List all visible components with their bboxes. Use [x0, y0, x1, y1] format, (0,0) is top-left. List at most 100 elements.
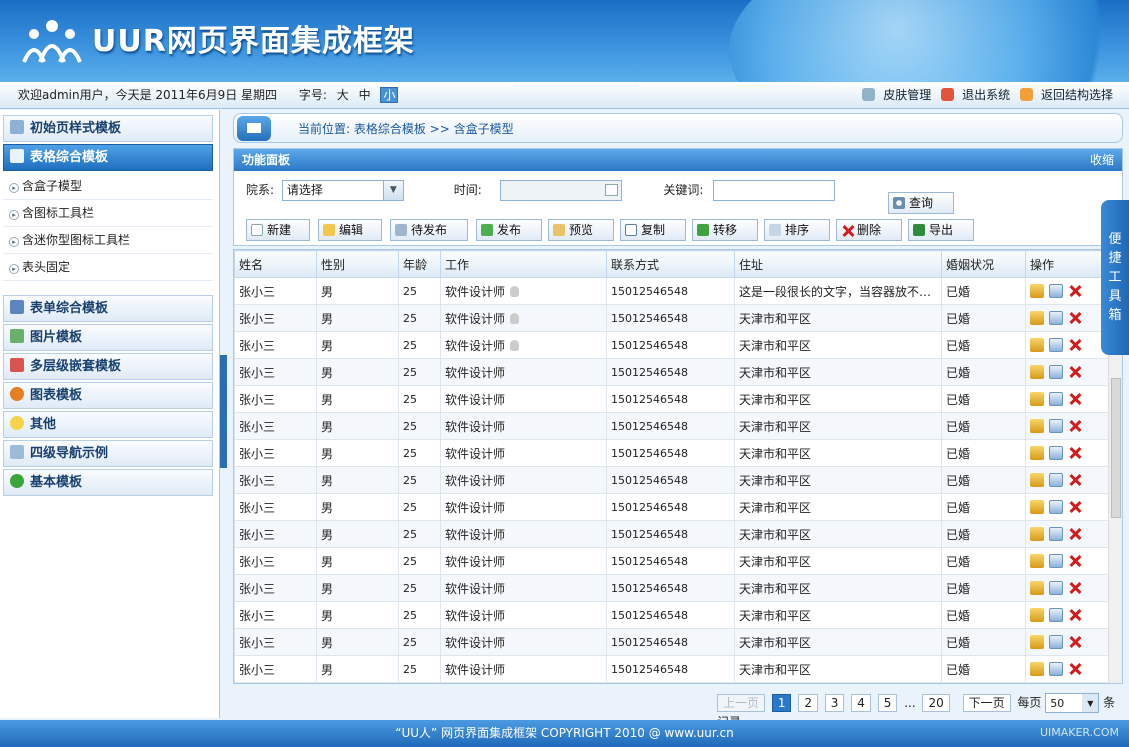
- delete-icon[interactable]: [1068, 662, 1082, 676]
- col-marital[interactable]: 婚姻状况: [941, 250, 1026, 278]
- col-job[interactable]: 工作: [440, 250, 607, 278]
- page-2[interactable]: 2: [798, 694, 818, 712]
- delete-icon[interactable]: [1068, 284, 1082, 298]
- sidebar-collapse-handle[interactable]: [220, 355, 227, 468]
- table-row[interactable]: 张小三男 25 软件设计师 15012546548 天津市和平区 已婚: [234, 547, 1110, 575]
- col-contact[interactable]: 联系方式: [606, 250, 735, 278]
- page-4[interactable]: 4: [851, 694, 871, 712]
- prev-page-button[interactable]: 上一页: [717, 694, 766, 712]
- col-address[interactable]: 住址: [734, 250, 942, 278]
- edit-button[interactable]: 编辑: [318, 219, 382, 241]
- new-button[interactable]: 新建: [246, 219, 310, 241]
- view-icon[interactable]: [1030, 662, 1044, 676]
- menu-basic-template[interactable]: 基本模板: [3, 469, 213, 496]
- delete-icon[interactable]: [1068, 500, 1082, 514]
- edit-icon[interactable]: [1049, 365, 1063, 379]
- menu-four-level-nav[interactable]: 四级导航示例: [3, 440, 213, 467]
- table-row[interactable]: 张小三男 25 软件设计师 15012546548 天津市和平区 已婚: [234, 601, 1110, 629]
- delete-icon[interactable]: [1068, 554, 1082, 568]
- edit-icon[interactable]: [1049, 311, 1063, 325]
- copy-button[interactable]: 复制: [620, 219, 686, 241]
- edit-icon[interactable]: [1049, 419, 1063, 433]
- table-row[interactable]: 张小三男 25 软件设计师 15012546548 天津市和平区 已婚: [234, 358, 1110, 386]
- view-icon[interactable]: [1030, 284, 1044, 298]
- delete-icon[interactable]: [1068, 473, 1082, 487]
- col-name[interactable]: 姓名: [234, 250, 317, 278]
- edit-icon[interactable]: [1049, 392, 1063, 406]
- font-size-medium[interactable]: 中: [359, 88, 371, 102]
- toolbox-tab[interactable]: 便捷工具箱: [1101, 200, 1129, 355]
- view-icon[interactable]: [1030, 311, 1044, 325]
- bulb-icon[interactable]: [510, 285, 520, 297]
- edit-icon[interactable]: [1049, 473, 1063, 487]
- page-1[interactable]: 1: [771, 694, 792, 712]
- delete-icon[interactable]: [1068, 446, 1082, 460]
- table-row[interactable]: 张小三男 25 软件设计师 15012546548 天津市和平区 已婚: [234, 520, 1110, 548]
- view-icon[interactable]: [1030, 500, 1044, 514]
- col-age[interactable]: 年龄: [398, 250, 441, 278]
- edit-icon[interactable]: [1049, 608, 1063, 622]
- font-size-small[interactable]: 小: [380, 87, 399, 103]
- delete-icon[interactable]: [1068, 365, 1082, 379]
- delete-button[interactable]: 删除: [836, 219, 902, 241]
- page-last[interactable]: 20: [922, 694, 950, 712]
- page-5[interactable]: 5: [877, 694, 898, 712]
- delete-icon[interactable]: [1068, 419, 1082, 433]
- search-button[interactable]: 查询: [888, 192, 954, 214]
- delete-icon[interactable]: [1068, 527, 1082, 541]
- scrollbar-thumb[interactable]: [1111, 378, 1121, 518]
- view-icon[interactable]: [1030, 554, 1044, 568]
- delete-icon[interactable]: [1068, 338, 1082, 352]
- transfer-button[interactable]: 转移: [692, 219, 758, 241]
- edit-icon[interactable]: [1049, 662, 1063, 676]
- time-input[interactable]: [499, 180, 622, 201]
- skin-link[interactable]: 皮肤管理: [883, 88, 931, 102]
- table-row[interactable]: 张小三男 25 软件设计师 15012546548 这是一段很长的文字，当容器放不下时已…: [234, 277, 1110, 305]
- delete-icon[interactable]: [1068, 608, 1082, 622]
- edit-icon[interactable]: [1049, 581, 1063, 595]
- view-icon[interactable]: [1030, 392, 1044, 406]
- delete-icon[interactable]: [1068, 392, 1082, 406]
- submenu-icon-toolbar[interactable]: ▸ 含图标工具栏: [3, 200, 213, 227]
- edit-icon[interactable]: [1049, 500, 1063, 514]
- table-row[interactable]: 张小三男 25 软件设计师 15012546548 天津市和平区 已婚: [234, 466, 1110, 494]
- table-row[interactable]: 张小三男 25 软件设计师 15012546548 天津市和平区 已婚: [234, 331, 1110, 359]
- delete-icon[interactable]: [1068, 635, 1082, 649]
- view-icon[interactable]: [1030, 338, 1044, 352]
- view-icon[interactable]: [1030, 446, 1044, 460]
- menu-form-template[interactable]: 表单综合模板: [3, 295, 213, 322]
- logout-link[interactable]: 退出系统: [962, 88, 1010, 102]
- pending-publish-button[interactable]: 待发布: [390, 219, 468, 241]
- view-icon[interactable]: [1030, 608, 1044, 622]
- table-row[interactable]: 张小三男 25 软件设计师 15012546548 天津市和平区 已婚: [234, 385, 1110, 413]
- table-row[interactable]: 张小三男 25 软件设计师 15012546548 天津市和平区 已婚: [234, 655, 1110, 683]
- submenu-fixed-header[interactable]: ▸ 表头固定: [3, 254, 213, 281]
- view-icon[interactable]: [1030, 419, 1044, 433]
- menu-chart-template[interactable]: 图表模板: [3, 382, 213, 409]
- submenu-box-model[interactable]: ▸ 含盒子模型: [3, 173, 213, 200]
- edit-icon[interactable]: [1049, 554, 1063, 568]
- home-icon[interactable]: [237, 116, 271, 141]
- view-icon[interactable]: [1030, 581, 1044, 595]
- submenu-mini-toolbar[interactable]: ▸ 含迷你型图标工具栏: [3, 227, 213, 254]
- edit-icon[interactable]: [1049, 527, 1063, 541]
- table-row[interactable]: 张小三男 25 软件设计师 15012546548 天津市和平区 已婚: [234, 493, 1110, 521]
- col-gender[interactable]: 性别: [316, 250, 399, 278]
- menu-other[interactable]: 其他: [3, 411, 213, 438]
- view-icon[interactable]: [1030, 635, 1044, 649]
- next-page-button[interactable]: 下一页: [962, 694, 1011, 712]
- menu-initial-page[interactable]: 初始页样式模板: [3, 115, 213, 142]
- delete-icon[interactable]: [1068, 311, 1082, 325]
- sort-button[interactable]: 排序: [764, 219, 830, 241]
- publish-button[interactable]: 发布: [476, 219, 542, 241]
- menu-nested-template[interactable]: 多层级嵌套模板: [3, 353, 213, 380]
- menu-table-template[interactable]: 表格综合模板: [3, 144, 213, 171]
- view-icon[interactable]: [1030, 527, 1044, 541]
- edit-icon[interactable]: [1049, 635, 1063, 649]
- table-row[interactable]: 张小三男 25 软件设计师 15012546548 天津市和平区 已婚: [234, 412, 1110, 440]
- view-icon[interactable]: [1030, 473, 1044, 487]
- return-structure-link[interactable]: 返回结构选择: [1041, 88, 1113, 102]
- edit-icon[interactable]: [1049, 338, 1063, 352]
- panel-collapse-link[interactable]: 收缩: [1090, 149, 1114, 171]
- view-icon[interactable]: [1030, 365, 1044, 379]
